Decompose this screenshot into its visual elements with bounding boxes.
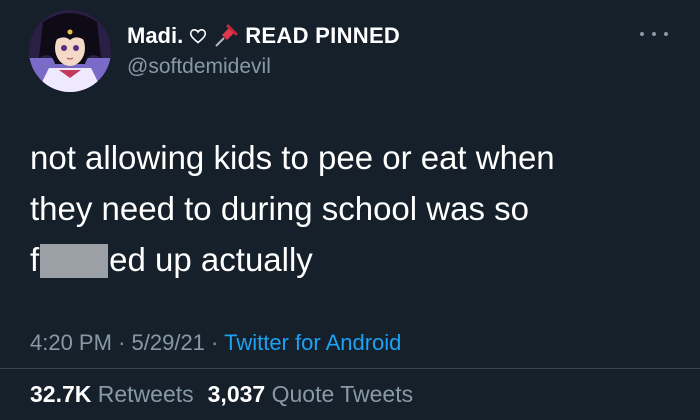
tweet-metadata: 4:20 PM · 5/29/21 · Twitter for Android — [30, 330, 401, 356]
avatar-image — [29, 10, 111, 92]
user-name-row[interactable]: Madi. READ PINNED — [127, 21, 400, 51]
meta-separator: · — [211, 330, 219, 355]
tweet-text-suffix: ed up actually — [109, 241, 313, 278]
heart-outline-icon — [189, 28, 207, 44]
quote-tweets-label: Quote Tweets — [271, 381, 414, 407]
retweets-label: Retweets — [97, 381, 194, 407]
meta-separator: · — [118, 330, 126, 355]
display-name[interactable]: Madi. — [127, 23, 183, 49]
pinned-label: READ PINNED — [245, 23, 401, 48]
tweet-source-link[interactable]: Twitter for Android — [224, 330, 401, 355]
tweet-time[interactable]: 4:20 PM — [30, 330, 112, 355]
tweet-text-line: f ed up actually — [30, 234, 670, 285]
tweet-date[interactable]: 5/29/21 — [132, 330, 205, 355]
tweet-text-prefix: f — [30, 241, 40, 278]
censor-block — [40, 244, 109, 278]
quote-tweets-stat[interactable]: 3,037 Quote Tweets — [208, 381, 413, 408]
retweets-count: 32.7K — [30, 381, 92, 407]
retweets-stat[interactable]: 32.7K Retweets — [30, 381, 194, 408]
more-dot — [652, 32, 656, 36]
pushpin-icon — [213, 23, 239, 49]
quote-tweets-count: 3,037 — [207, 381, 266, 407]
more-dot — [640, 32, 644, 36]
user-handle[interactable]: @softdemidevil — [127, 55, 271, 79]
divider — [0, 368, 700, 369]
tweet-text-line: not allowing kids to pee or eat when — [30, 139, 555, 176]
tweet-text-line: they need to during school was so — [30, 190, 529, 227]
more-dot — [664, 32, 668, 36]
tweet-text: not allowing kids to pee or eat when the… — [30, 132, 670, 285]
more-horizontal-icon[interactable] — [640, 26, 668, 42]
tweet-card: Madi. READ PINNED @softdemidevil not all… — [0, 0, 700, 420]
engagement-stats: 32.7K Retweets 3,037 Quote Tweets — [30, 381, 413, 408]
avatar[interactable] — [29, 10, 111, 92]
